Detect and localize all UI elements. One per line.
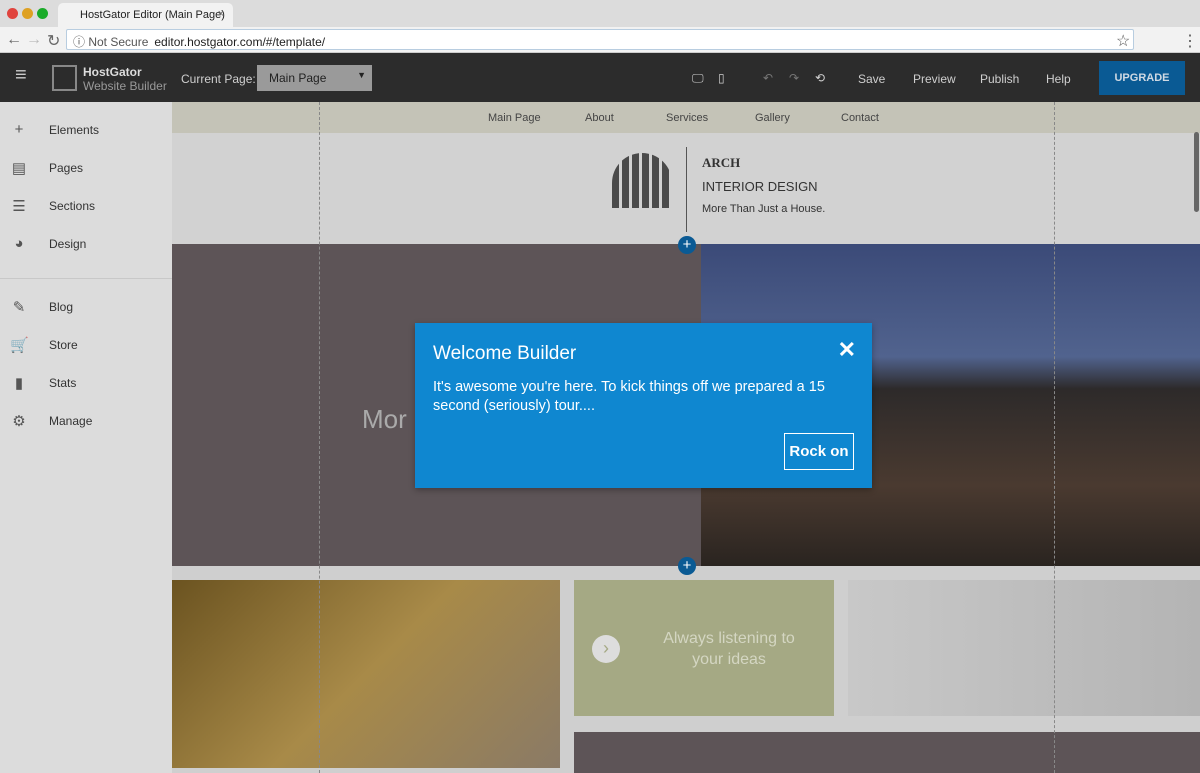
sidebar-item-pages[interactable]: ▤ Pages [0, 149, 172, 187]
minimize-window-button[interactable] [22, 8, 33, 19]
hostgator-logo-icon [52, 65, 77, 91]
undo-icon[interactable]: ↶ [763, 71, 773, 85]
upgrade-button[interactable]: UPGRADE [1099, 61, 1185, 95]
site-header: ARCH INTERIOR DESIGN More Than Just a Ho… [172, 133, 1200, 244]
sidebar-item-label: Design [49, 237, 87, 251]
sidebar-item-label: Sections [49, 199, 96, 213]
help-button[interactable]: Help [1046, 72, 1071, 86]
logo-title: ARCH [702, 155, 741, 170]
logo-divider [686, 147, 687, 232]
browser-tab[interactable]: HostGator Editor (Main Page) × [58, 3, 233, 27]
site-nav-about[interactable]: About [585, 112, 614, 124]
sidebar: + Elements ▤ Pages ☰ Sections ◕ Design ✎ Blog… [0, 102, 172, 773]
redo-icon[interactable]: ↷ [789, 71, 799, 85]
close-icon[interactable]: ✕ [838, 337, 856, 363]
site-nav-services[interactable]: Services [666, 112, 708, 124]
pages-icon: ▤ [11, 160, 27, 177]
preview-button[interactable]: Preview [913, 72, 956, 86]
site-nav-gallery[interactable]: Gallery [755, 112, 790, 124]
site-nav: Main Page About Services Gallery Contact [172, 102, 1200, 133]
dialog-title: Welcome Builder [433, 343, 577, 364]
hamburger-menu-icon[interactable]: ≡ [15, 64, 27, 87]
pencil-icon: ✎ [12, 299, 26, 316]
desktop-view-icon[interactable]: 🖵 [692, 71, 704, 86]
close-tab-icon[interactable]: × [218, 8, 224, 20]
sidebar-item-elements[interactable]: + Elements [0, 111, 172, 149]
tile-text: Always listening to your ideas [663, 630, 795, 668]
editor-toolbar: ≡ HostGator Website Builder Current Page… [0, 53, 1200, 102]
sidebar-item-manage[interactable]: ⚙ Manage [0, 402, 172, 440]
add-section-icon[interactable]: + [678, 236, 696, 254]
address-bar: ← → ↻ ⓘ Not Secure editor.hostgator.com/#… [0, 27, 1200, 53]
site-nav-contact[interactable]: Contact [841, 112, 879, 124]
url-input[interactable]: ⓘ Not Secure editor.hostgator.com/#/templ… [66, 29, 1134, 50]
sidebar-item-label: Pages [49, 161, 84, 175]
save-button[interactable]: Save [858, 72, 885, 86]
close-window-button[interactable] [7, 8, 18, 19]
sections-icon: ☰ [12, 198, 26, 215]
scrollbar[interactable] [1194, 132, 1199, 212]
palette-icon: ◕ [14, 235, 24, 252]
hero-text: Mor [362, 404, 407, 434]
forward-icon[interactable]: → [26, 31, 42, 49]
cart-icon: 🛒 [10, 337, 29, 354]
browser-tab-bar: HostGator Editor (Main Page) × [0, 0, 1200, 27]
guide-line [1054, 102, 1055, 773]
sidebar-item-label: Store [49, 338, 78, 352]
gallery-image-interior[interactable] [848, 580, 1200, 716]
sidebar-item-blog[interactable]: ✎ Blog [0, 288, 172, 326]
sidebar-item-stats[interactable]: ▮ Stats [0, 364, 172, 402]
sidebar-item-label: Manage [49, 414, 93, 428]
content-block [574, 732, 1200, 773]
url-text: editor.hostgator.com/#/template/ [154, 35, 326, 49]
mobile-view-icon[interactable]: ▯ [718, 71, 725, 85]
star-icon[interactable]: ☆ [1116, 31, 1130, 51]
logo-subtitle: INTERIOR DESIGN [702, 179, 818, 194]
not-secure-label: Not Secure [88, 35, 149, 49]
dialog-body: It's awesome you're here. To kick things… [433, 379, 825, 414]
sidebar-divider [0, 278, 172, 279]
menu-dots-icon[interactable]: ⋮ [1182, 31, 1198, 51]
brand-subtitle: Website Builder [83, 79, 167, 93]
site-nav-main-page[interactable]: Main Page [488, 112, 541, 124]
current-page-label: Current Page: [181, 72, 256, 86]
sidebar-item-store[interactable]: 🛒 Store [0, 326, 172, 364]
brand-name: HostGator [83, 65, 142, 79]
plus-icon: + [14, 121, 24, 138]
welcome-dialog: Welcome Builder ✕ It's awesome you're he… [415, 323, 872, 488]
chevron-right-icon[interactable]: › [592, 635, 620, 663]
current-page-value: Main Page [269, 71, 327, 85]
current-page-select[interactable]: Main Page ▼ [257, 65, 372, 91]
gallery-image-arches[interactable] [172, 580, 560, 768]
sidebar-item-sections[interactable]: ☰ Sections [0, 187, 172, 225]
add-section-icon[interactable]: + [678, 557, 696, 575]
bar-chart-icon: ▮ [14, 375, 24, 392]
sidebar-item-label: Elements [49, 123, 100, 137]
reload-icon[interactable]: ↻ [47, 31, 60, 51]
sidebar-item-label: Blog [49, 300, 74, 314]
arch-logo-icon [612, 153, 672, 208]
tagline: More Than Just a House. [702, 203, 826, 215]
history-icon[interactable]: ⟲ [815, 71, 825, 85]
rock-on-button[interactable]: Rock on [784, 433, 854, 470]
back-icon[interactable]: ← [6, 31, 22, 49]
sidebar-item-design[interactable]: ◕ Design [0, 225, 172, 263]
guide-line [319, 102, 320, 773]
feature-tile[interactable]: › Always listening to your ideas [574, 580, 834, 716]
maximize-window-button[interactable] [37, 8, 48, 19]
publish-button[interactable]: Publish [980, 72, 1019, 86]
sidebar-item-label: Stats [49, 376, 77, 390]
gear-icon: ⚙ [12, 413, 26, 430]
tab-title: HostGator Editor (Main Page) [80, 9, 225, 21]
